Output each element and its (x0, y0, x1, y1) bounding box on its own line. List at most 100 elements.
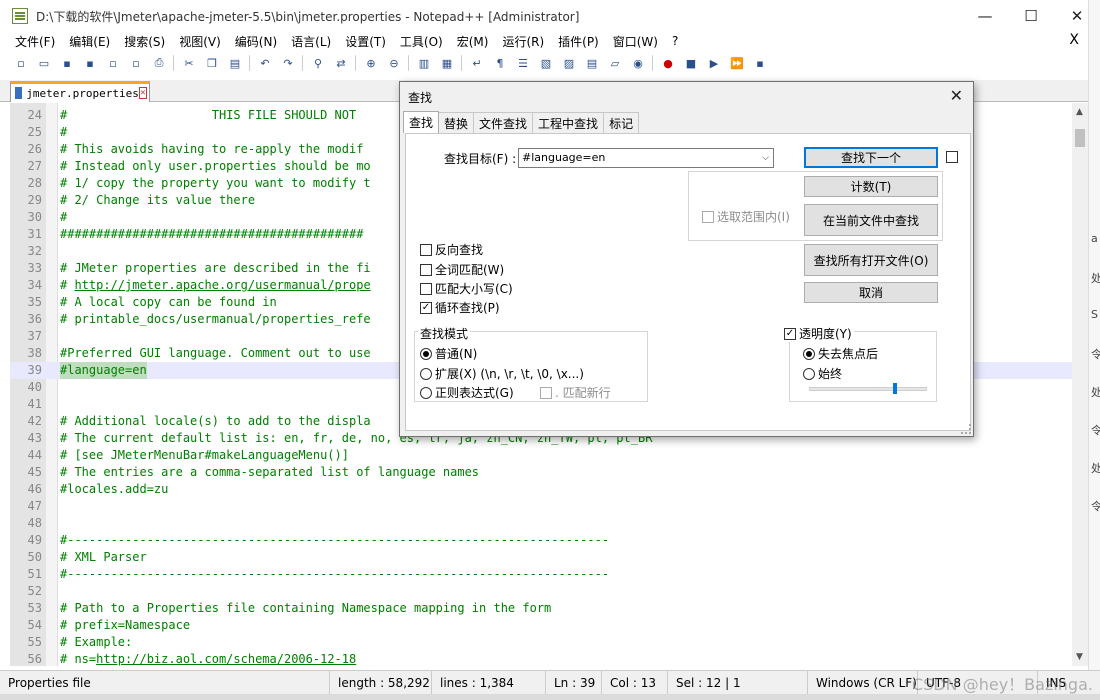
vertical-scrollbar[interactable]: ▲ ▼ (1072, 103, 1088, 666)
record-macro-icon[interactable]: ● (659, 54, 677, 72)
find-next-option-checkbox[interactable] (946, 151, 958, 163)
menu-language[interactable]: 语言(L) (291, 33, 331, 50)
match-case-option[interactable]: 匹配大小写(C) (420, 280, 513, 297)
on-lose-focus-option[interactable]: 失去焦点后 (803, 345, 878, 362)
save-macro-icon[interactable]: ▪ (751, 54, 769, 72)
whole-word-checkbox[interactable] (420, 264, 432, 276)
folder-workspace-icon[interactable]: ▱ (606, 54, 624, 72)
in-selection-checkbox[interactable] (702, 211, 714, 223)
redo-icon[interactable]: ↷ (279, 54, 297, 72)
code-line[interactable]: 48 (10, 515, 1072, 532)
menu-search[interactable]: 搜索(S) (124, 33, 165, 50)
find-icon[interactable]: ⚲ (309, 54, 327, 72)
in-selection-option[interactable]: 选取范围内(I) (702, 208, 790, 225)
code-line[interactable]: 45 # The entries are a comma-separated li… (10, 464, 1072, 481)
cut-icon[interactable]: ✂ (180, 54, 198, 72)
resize-grip[interactable] (961, 424, 971, 434)
find-in-current-file-button[interactable]: 在当前文件中查找 (804, 204, 938, 236)
scroll-down-icon[interactable]: ▼ (1076, 652, 1083, 662)
udl-icon[interactable]: ▧ (537, 54, 555, 72)
backward-option[interactable]: 反向查找 (420, 241, 483, 258)
wrap-around-option[interactable]: 循环查找(P) (420, 299, 500, 316)
maximize-button[interactable]: ☐ (1008, 0, 1054, 32)
word-wrap-icon[interactable]: ↵ (468, 54, 486, 72)
code-line[interactable]: 52 (10, 583, 1072, 600)
transparency-option[interactable]: 透明度(Y) (782, 325, 854, 342)
match-case-checkbox[interactable] (420, 283, 432, 295)
count-button[interactable]: 计数(T) (804, 176, 938, 197)
indent-guide-icon[interactable]: ☰ (514, 54, 532, 72)
wrap-around-checkbox[interactable] (420, 302, 432, 314)
copy-icon[interactable]: ❐ (203, 54, 221, 72)
dialog-close-button[interactable]: ✕ (950, 86, 963, 105)
code-line[interactable]: 55 # Example: (10, 634, 1072, 651)
menu-settings[interactable]: 设置(T) (345, 33, 386, 50)
sync-vertical-icon[interactable]: ▥ (415, 54, 433, 72)
open-file-icon[interactable]: ▭ (35, 54, 53, 72)
replace-icon[interactable]: ⇄ (332, 54, 350, 72)
function-list-icon[interactable]: ▤ (583, 54, 601, 72)
new-file-icon[interactable]: ▫ (12, 54, 30, 72)
stop-macro-icon[interactable]: ■ (682, 54, 700, 72)
menu-view[interactable]: 视图(V) (179, 33, 221, 50)
tab-replace[interactable]: 替换 (438, 112, 475, 133)
menu-macro[interactable]: 宏(M) (457, 33, 489, 50)
mode-extended-option[interactable]: 扩展(X) (\n, \r, \t, \0, \x...) (420, 365, 584, 382)
whole-word-option[interactable]: 全词匹配(W) (420, 261, 504, 278)
zoom-out-icon[interactable]: ⊖ (385, 54, 403, 72)
menu-edit[interactable]: 编辑(E) (69, 33, 110, 50)
backward-checkbox[interactable] (420, 244, 432, 256)
find-in-all-open-files-button[interactable]: 查找所有打开文件(O) (804, 244, 938, 276)
run-macro-multiple-icon[interactable]: ⏩ (728, 54, 746, 72)
mode-extended-radio[interactable] (420, 368, 432, 380)
save-icon[interactable]: ▪ (58, 54, 76, 72)
print-icon[interactable]: ⎙ (150, 54, 168, 72)
code-line[interactable]: 51 #-------------------------------------… (10, 566, 1072, 583)
menu-file[interactable]: 文件(F) (15, 33, 55, 50)
status-eol[interactable]: Windows (CR LF) (808, 670, 918, 695)
undo-icon[interactable]: ↶ (256, 54, 274, 72)
on-lose-focus-radio[interactable] (803, 348, 815, 360)
tab-find-in-projects[interactable]: 工程中查找 (532, 112, 605, 133)
always-radio[interactable] (803, 368, 815, 380)
tab-mark[interactable]: 标记 (603, 112, 640, 133)
doc-map-icon[interactable]: ▨ (560, 54, 578, 72)
code-line[interactable]: 54 # prefix=Namespace (10, 617, 1072, 634)
transparency-checkbox[interactable] (784, 328, 796, 340)
menu-help[interactable]: ? (672, 34, 678, 48)
minimize-button[interactable]: — (962, 0, 1008, 32)
monitoring-icon[interactable]: ◉ (629, 54, 647, 72)
menu-tools[interactable]: 工具(O) (400, 33, 443, 50)
close-document-button[interactable]: X (1069, 32, 1079, 48)
tab-jmeter-properties[interactable]: jmeter.properties ✕ (10, 81, 150, 102)
code-line[interactable]: 56 # ns=http://biz.aol.com/schema/2006-12… (10, 651, 1072, 666)
scroll-up-icon[interactable]: ▲ (1076, 107, 1083, 117)
code-line[interactable]: 44 # [see JMeterMenuBar#makeLanguageMenu(… (10, 447, 1072, 464)
cancel-button[interactable]: 取消 (804, 282, 938, 303)
code-line[interactable]: 49 #-------------------------------------… (10, 532, 1072, 549)
transparency-slider[interactable] (809, 383, 927, 394)
close-file-icon[interactable]: ▫ (104, 54, 122, 72)
mode-normal-radio[interactable] (420, 348, 432, 360)
mode-regex-option[interactable]: 正则表达式(G) (420, 384, 514, 401)
menu-run[interactable]: 运行(R) (502, 33, 544, 50)
close-all-icon[interactable]: ▫ (127, 54, 145, 72)
sync-horizontal-icon[interactable]: ▦ (438, 54, 456, 72)
find-target-combobox[interactable]: #language=en ⌵ (518, 148, 774, 168)
always-option[interactable]: 始终 (803, 365, 842, 382)
mode-regex-radio[interactable] (420, 387, 432, 399)
scroll-thumb[interactable] (1075, 129, 1085, 147)
tab-find-in-files[interactable]: 文件查找 (473, 112, 534, 133)
menu-plugins[interactable]: 插件(P) (558, 33, 599, 50)
code-line[interactable]: 50 # XML Parser (10, 549, 1072, 566)
slider-thumb[interactable] (893, 383, 897, 394)
code-line[interactable]: 47 (10, 498, 1072, 515)
code-line[interactable]: 53 # Path to a Properties file containing… (10, 600, 1072, 617)
paste-icon[interactable]: ▤ (226, 54, 244, 72)
menu-encoding[interactable]: 编码(N) (235, 33, 277, 50)
chevron-down-icon[interactable]: ⌵ (762, 149, 769, 167)
code-line[interactable]: 46 #locales.add=zu (10, 481, 1072, 498)
match-newline-option[interactable]: . 匹配新行 (540, 384, 611, 401)
match-newline-checkbox[interactable] (540, 387, 552, 399)
save-all-icon[interactable]: ▪ (81, 54, 99, 72)
